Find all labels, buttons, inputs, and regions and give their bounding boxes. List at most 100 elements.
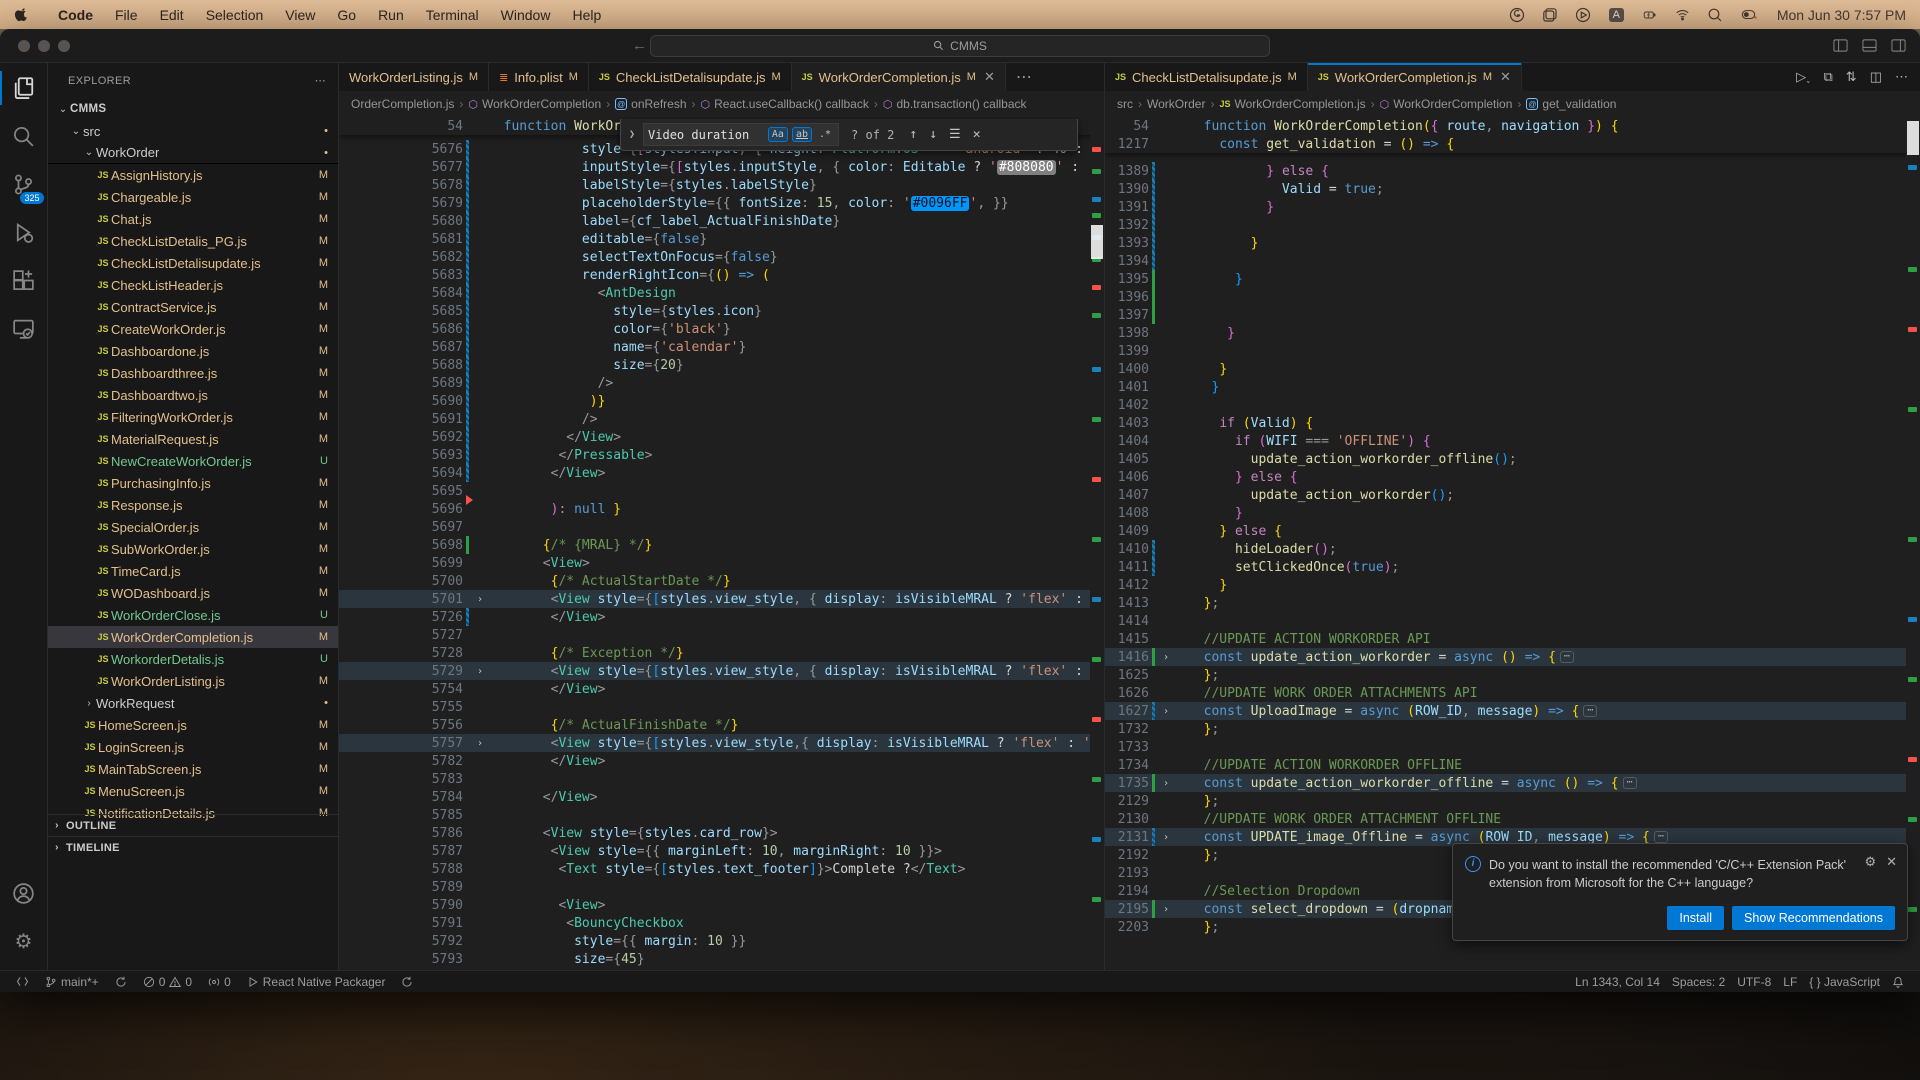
toggle-replace-button[interactable]: ❯ bbox=[627, 129, 637, 140]
breadcrumb-item[interactable]: ⬡WorkOrderCompletion bbox=[1380, 97, 1513, 111]
tree-item-newcreateworkorder.js[interactable]: JSNewCreateWorkOrder.jsU bbox=[48, 450, 338, 472]
account-icon[interactable] bbox=[0, 870, 48, 916]
fold-chevron-icon[interactable]: › bbox=[472, 666, 488, 677]
sticky-line[interactable]: 54 function WorkOrderCompletion({ route,… bbox=[1105, 117, 1920, 135]
command-center[interactable]: CMMS bbox=[650, 35, 1270, 57]
tab-info.plist[interactable]: ≣Info.plistM bbox=[489, 63, 589, 91]
code-line[interactable]: 5677 inputStyle={[styles.inputStyle, { c… bbox=[339, 158, 1104, 176]
notification-gear-icon[interactable]: ⚙ bbox=[1864, 854, 1876, 870]
code-line[interactable]: 5728 {/* Exception */} bbox=[339, 644, 1104, 662]
remote-indicator[interactable] bbox=[10, 975, 35, 988]
remote-explorer-icon[interactable] bbox=[0, 305, 48, 351]
breadcrumb-item[interactable]: @get_validation bbox=[1526, 97, 1616, 111]
code-line[interactable]: 5783 bbox=[339, 770, 1104, 788]
code-line[interactable]: 1404 if (WIFI === 'OFFLINE') { bbox=[1105, 432, 1920, 450]
loader[interactable] bbox=[395, 976, 419, 988]
toggle-sidebar-icon[interactable] bbox=[1833, 38, 1848, 53]
install-button[interactable]: Install bbox=[1667, 906, 1724, 930]
code-line[interactable]: 1627› const UploadImage = async (ROW_ID,… bbox=[1105, 702, 1920, 720]
folded-ellipsis[interactable]: ⋯ bbox=[1560, 651, 1574, 663]
menu-help[interactable]: Help bbox=[561, 7, 612, 23]
source-control-icon[interactable]: 325 bbox=[0, 161, 48, 207]
breadcrumb[interactable]: src›WorkOrder›JSWorkOrderCompletion.js›⬡… bbox=[1105, 91, 1920, 117]
tree-item-timecard.js[interactable]: JSTimeCard.jsM bbox=[48, 560, 338, 582]
code-line[interactable]: 5789 bbox=[339, 878, 1104, 896]
sticky-line[interactable]: 1217 const get_validation = () => { bbox=[1105, 135, 1920, 153]
editor-left[interactable]: ❯ Video duration Aa ab .* ? of 2 ↑ ↓ ☰ ✕ bbox=[339, 117, 1104, 970]
code-line[interactable]: 1398 } bbox=[1105, 324, 1920, 342]
whole-word-toggle[interactable]: ab bbox=[792, 127, 812, 142]
code-line[interactable]: 1626 //UPDATE WORK ORDER ATTACHMENTS API bbox=[1105, 684, 1920, 702]
code-line[interactable]: 5793 size={45} bbox=[339, 950, 1104, 968]
code-line[interactable]: 1625 }; bbox=[1105, 666, 1920, 684]
code-line[interactable]: 5691 /> bbox=[339, 410, 1104, 428]
branch-status[interactable]: main*+ bbox=[39, 975, 105, 989]
packager[interactable]: React Native Packager bbox=[241, 975, 392, 989]
code-line[interactable]: 1401 } bbox=[1105, 378, 1920, 396]
code-line[interactable]: 5727 bbox=[339, 626, 1104, 644]
code-line[interactable]: 1734 //UPDATE ACTION WORKORDER OFFLINE bbox=[1105, 756, 1920, 774]
code-line[interactable]: 5681 editable={false} bbox=[339, 230, 1104, 248]
code-line[interactable]: 5679 placeholderStyle={{ fontSize: 15, c… bbox=[339, 194, 1104, 212]
code-line[interactable]: 1411 setClickedOnce(true); bbox=[1105, 558, 1920, 576]
code-line[interactable]: 1410 hideLoader(); bbox=[1105, 540, 1920, 558]
code-line[interactable]: 5754 </View> bbox=[339, 680, 1104, 698]
code-line[interactable]: 5787 <View style={{ marginLeft: 10, marg… bbox=[339, 842, 1104, 860]
code-line[interactable]: 1414 bbox=[1105, 612, 1920, 630]
code-line[interactable]: 1396 bbox=[1105, 288, 1920, 306]
fold-chevron-icon[interactable]: › bbox=[472, 738, 488, 749]
code-line[interactable]: 5698 {/* {MRAL} */} bbox=[339, 536, 1104, 554]
code-line[interactable]: 1394 bbox=[1105, 252, 1920, 270]
code-line[interactable]: 1732 }; bbox=[1105, 720, 1920, 738]
code-line[interactable]: 5756 {/* ActualFinishDate */} bbox=[339, 716, 1104, 734]
code-line[interactable]: 5685 style={styles.icon} bbox=[339, 302, 1104, 320]
close-window-button[interactable] bbox=[18, 40, 30, 52]
regex-toggle[interactable]: .* bbox=[816, 128, 834, 141]
notifications-bell[interactable] bbox=[1886, 976, 1910, 988]
menu-view[interactable]: View bbox=[274, 7, 326, 23]
code-line[interactable]: 5694 </View> bbox=[339, 464, 1104, 482]
code-line[interactable]: 5693 </Pressable> bbox=[339, 446, 1104, 464]
code-line[interactable]: 5782 </View> bbox=[339, 752, 1104, 770]
explorer-icon[interactable] bbox=[0, 65, 48, 111]
match-case-toggle[interactable]: Aa bbox=[768, 127, 788, 142]
fold-chevron-icon[interactable]: › bbox=[1158, 778, 1174, 789]
breadcrumb[interactable]: OrderCompletion.js›⬡WorkOrderCompletion›… bbox=[339, 91, 1104, 117]
code-line[interactable]: 5755 bbox=[339, 698, 1104, 716]
control-center-icon[interactable] bbox=[1740, 6, 1757, 23]
code-line[interactable]: 5684 <AntDesign bbox=[339, 284, 1104, 302]
sync-status[interactable] bbox=[109, 976, 133, 988]
code-line[interactable]: 2129 }; bbox=[1105, 792, 1920, 810]
folded-ellipsis[interactable]: ⋯ bbox=[1583, 705, 1597, 717]
eol[interactable]: LF bbox=[1777, 975, 1803, 989]
notification-close-icon[interactable]: ✕ bbox=[1886, 854, 1897, 870]
tab-checklistdetalisupdate.js[interactable]: JSCheckListDetalisupdate.jsM bbox=[1105, 63, 1308, 91]
folded-ellipsis[interactable]: ⋯ bbox=[1654, 831, 1668, 843]
fold-chevron-icon[interactable]: › bbox=[1158, 706, 1174, 717]
breadcrumb-item[interactable]: src bbox=[1117, 97, 1133, 111]
compare-changes-icon[interactable]: ⇅ bbox=[1846, 69, 1857, 85]
code-line[interactable]: 5696 ): null } bbox=[339, 500, 1104, 518]
menu-selection[interactable]: Selection bbox=[195, 7, 275, 23]
tree-item-loginscreen.js[interactable]: JSLoginScreen.jsM bbox=[48, 736, 338, 758]
code-line[interactable]: 1407 update_action_workorder(); bbox=[1105, 486, 1920, 504]
customize-layout-icon[interactable] bbox=[1891, 38, 1906, 53]
tab-overflow-button[interactable]: ⋯ bbox=[1006, 63, 1042, 91]
tree-folder-src[interactable]: ⌄src• bbox=[48, 120, 338, 142]
code-line[interactable]: 5699 <View> bbox=[339, 554, 1104, 572]
port-status[interactable]: 0 bbox=[202, 975, 237, 989]
code-line[interactable]: 5788 <Text style={[styles.text_footer]}>… bbox=[339, 860, 1104, 878]
tree-item-homescreen.js[interactable]: JSHomeScreen.jsM bbox=[48, 714, 338, 736]
settings-gear-icon[interactable]: ⚙ bbox=[0, 918, 48, 964]
code-line[interactable]: 1389 } else { bbox=[1105, 162, 1920, 180]
code-line[interactable]: 1395 } bbox=[1105, 270, 1920, 288]
code-line[interactable]: 1399 bbox=[1105, 342, 1920, 360]
tab-checklistdetalisupdate.js[interactable]: JSCheckListDetalisupdate.jsM bbox=[589, 63, 792, 91]
tree-folder-cmms[interactable]: ⌄CMMS bbox=[48, 98, 338, 120]
tree-item-dashboardthree.js[interactable]: JSDashboardthree.jsM bbox=[48, 362, 338, 384]
fold-chevron-icon[interactable]: › bbox=[1158, 652, 1174, 663]
tree-item-wodashboard.js[interactable]: JSWODashboard.jsM bbox=[48, 582, 338, 604]
breadcrumb-item[interactable]: @onRefresh bbox=[615, 97, 686, 111]
find-input[interactable]: Video duration Aa ab .* bbox=[643, 123, 839, 146]
find-in-selection-toggle[interactable]: ☰ bbox=[946, 127, 964, 142]
